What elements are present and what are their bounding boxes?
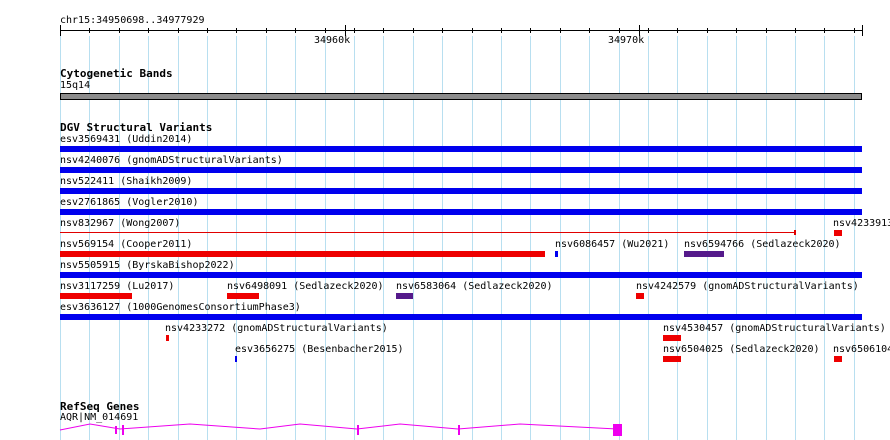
gene-exon [613,424,622,436]
feature-bar[interactable] [663,356,681,362]
cytoband-label: 15q14 [60,80,91,91]
feature-bar-thin[interactable] [60,232,795,233]
gene-intron-line [59,423,618,431]
gene-label: AQR|NM_014691 [60,412,139,423]
ruler-tick-label: 34960k [314,35,351,46]
feature-bar[interactable] [60,251,545,257]
feature-bar[interactable] [60,209,862,215]
feature-label: nsv6594766 (Sedlazeck2020) [684,239,841,250]
feature-label: nsv6498091 (Sedlazeck2020) [227,281,384,292]
feature-bar[interactable] [60,188,862,194]
feature-bar[interactable] [684,251,724,257]
feature-bar[interactable] [663,335,681,341]
feature-label: nsv3117259 (Lu2017) [60,281,175,292]
feature-label: nsv832967 (Wong2007) [60,218,181,229]
feature-label: esv3569431 (Uddin2014) [60,134,193,145]
cytoband-track-title: Cytogenetic Bands [60,67,173,80]
feature-bar[interactable] [60,167,862,173]
feature-label: esv3636127 (1000GenomesConsortiumPhase3) [60,302,301,313]
feature-label: esv2761865 (Vogler2010) [60,197,199,208]
ruler-tick-label: 34970k [608,35,645,46]
feature-label: nsv4242579 (gnomADStructuralVariants) [636,281,859,292]
feature-bar[interactable] [166,335,169,341]
gene-exon [357,425,359,435]
feature-bar[interactable] [60,293,132,299]
feature-label: nsv4530457 (gnomADStructuralVariants) [663,323,886,334]
ruler-location: chr15:34950698..34977929 [60,15,205,26]
feature-label: esv3656275 (Besenbacher2015) [235,344,404,355]
gene-exon [458,425,460,435]
feature-label: nsv4233913 [833,218,890,229]
feature-label: nsv6583064 (Sedlazeck2020) [396,281,553,292]
dgv-track-title: DGV Structural Variants [60,121,213,134]
feature-bar[interactable] [396,293,413,299]
feature-bar[interactable] [60,146,862,152]
gene-exon [122,425,124,435]
feature-bar[interactable] [636,293,644,299]
feature-label: nsv5505915 (ByrskaBishop2022) [60,260,235,271]
feature-bar[interactable] [60,272,862,278]
feature-bar[interactable] [834,356,842,362]
feature-bar[interactable] [235,356,237,362]
feature-label: nsv6506104 [833,344,890,355]
feature-label: nsv522411 (Shaikh2009) [60,176,193,187]
feature-label: nsv4240076 (gnomADStructuralVariants) [60,155,283,166]
feature-label: nsv4233272 (gnomADStructuralVariants) [165,323,388,334]
feature-bar[interactable] [227,293,259,299]
feature-bar[interactable] [60,314,862,320]
cytoband-bar[interactable] [60,93,862,100]
gene-exon [115,426,117,434]
feature-bar[interactable] [555,251,558,257]
feature-bar[interactable] [834,230,842,236]
feature-label: nsv6504025 (Sedlazeck2020) [663,344,820,355]
feature-label: nsv569154 (Cooper2011) [60,239,193,250]
feature-bar-end[interactable] [794,230,796,235]
feature-label: nsv6086457 (Wu2021) [555,239,670,250]
